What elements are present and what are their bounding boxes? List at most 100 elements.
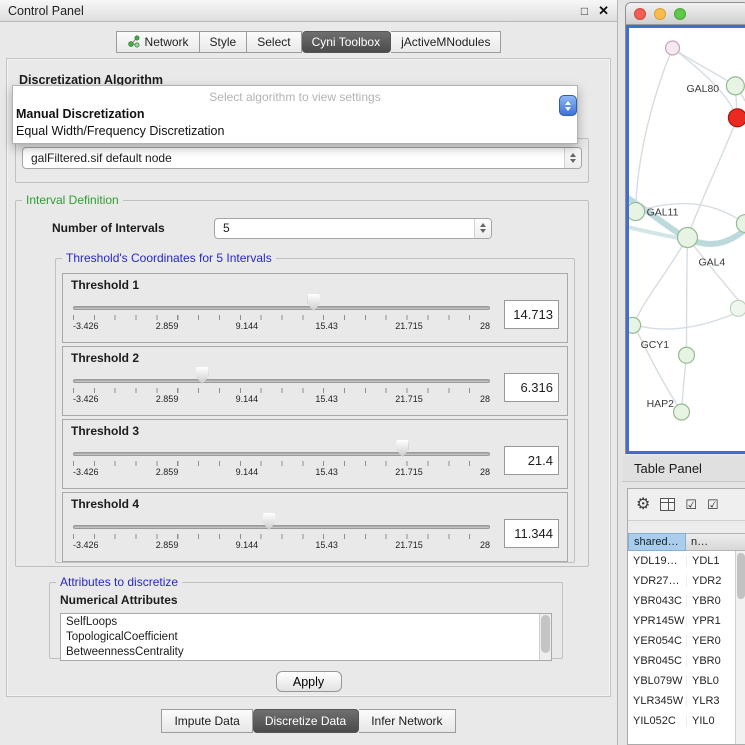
threshold-3-value-field[interactable]: 21.4 bbox=[504, 446, 559, 475]
algorithm-option-manual-discretization[interactable]: Manual Discretization bbox=[13, 106, 577, 123]
interval-definition-legend: Interval Definition bbox=[22, 193, 123, 207]
threshold-2-value-field[interactable]: 6.316 bbox=[504, 373, 559, 402]
node[interactable] bbox=[629, 203, 645, 221]
algorithm-combobox-stepper[interactable] bbox=[559, 95, 577, 116]
cell-name[interactable]: YDR2 bbox=[686, 575, 735, 587]
scale-label: -3.426 bbox=[73, 394, 99, 404]
slider-track[interactable] bbox=[73, 525, 490, 529]
slider-track[interactable] bbox=[73, 379, 490, 383]
tab-cyni-toolbox[interactable]: Cyni Toolbox bbox=[302, 31, 391, 53]
tab-jactivemnodules[interactable]: jActiveMNodules bbox=[391, 31, 501, 53]
close-window-icon[interactable]: ✕ bbox=[598, 4, 609, 17]
settings-gear-icon[interactable]: ⚙ bbox=[636, 497, 650, 513]
node[interactable] bbox=[666, 41, 680, 55]
close-traffic-light-icon[interactable] bbox=[634, 8, 646, 20]
table-scrollbar[interactable] bbox=[735, 551, 745, 744]
number-of-intervals-combobox[interactable]: 5 bbox=[214, 218, 492, 239]
attributes-list-scrollbar[interactable] bbox=[539, 614, 551, 660]
table-data-combobox[interactable]: galFiltered.sif default node bbox=[22, 147, 582, 169]
algorithm-option-placeholder[interactable]: Select algorithm to view settings bbox=[13, 86, 577, 106]
cell-name[interactable]: YLR3 bbox=[686, 695, 735, 707]
column-header-shared-name[interactable]: shared… bbox=[628, 533, 686, 551]
cell-shared-name[interactable]: YBR045C bbox=[628, 655, 686, 667]
cell-shared-name[interactable]: YLR345W bbox=[628, 695, 686, 707]
cell-name[interactable]: YBR0 bbox=[686, 595, 735, 607]
network-window-titlebar[interactable] bbox=[626, 3, 745, 25]
node[interactable] bbox=[730, 300, 745, 316]
node[interactable] bbox=[629, 317, 641, 333]
cell-name[interactable]: YBR0 bbox=[686, 655, 735, 667]
threshold-1-slider[interactable]: -3.4262.8599.14415.4321.71528 bbox=[73, 293, 490, 335]
cell-shared-name[interactable]: YBL079W bbox=[628, 675, 686, 687]
cyni-bottom-tabbar: Impute Data Discretize Data Infer Networ… bbox=[0, 709, 617, 733]
scale-label: 2.859 bbox=[156, 394, 179, 404]
threshold-1-value-field[interactable]: 14.713 bbox=[504, 300, 559, 329]
node[interactable] bbox=[678, 228, 698, 248]
minimize-traffic-light-icon[interactable] bbox=[654, 8, 666, 20]
cell-shared-name[interactable]: YER054C bbox=[628, 635, 686, 647]
cell-name[interactable]: YDL1 bbox=[686, 555, 735, 567]
attribute-item[interactable]: TopologicalCoefficient bbox=[66, 630, 539, 645]
node[interactable] bbox=[726, 77, 744, 95]
stepper-down-icon bbox=[565, 107, 571, 111]
cell-name[interactable]: YIL0 bbox=[686, 715, 735, 727]
scrollbar-thumb[interactable] bbox=[541, 615, 550, 653]
column-chooser-icon[interactable] bbox=[660, 498, 675, 511]
scale-label: 28 bbox=[480, 394, 490, 404]
tab-discretize-data[interactable]: Discretize Data bbox=[253, 709, 359, 733]
threshold-3-slider[interactable]: -3.4262.8599.14415.4321.71528 bbox=[73, 439, 490, 481]
tab-infer-network[interactable]: Infer Network bbox=[359, 709, 455, 733]
tab-impute-data[interactable]: Impute Data bbox=[161, 709, 252, 733]
cell-shared-name[interactable]: YBR043C bbox=[628, 595, 686, 607]
attribute-item[interactable]: BetweennessCentrality bbox=[66, 645, 539, 660]
threshold-4-box: Threshold 4 -3.4262.8599.14415.4321.7152… bbox=[62, 492, 568, 562]
tab-style[interactable]: Style bbox=[200, 31, 248, 53]
table-row[interactable]: YER054C YER0 bbox=[628, 631, 735, 651]
tab-label: Style bbox=[210, 35, 237, 49]
cell-name[interactable]: YER0 bbox=[686, 635, 735, 647]
tab-network[interactable]: Network bbox=[116, 31, 200, 53]
slider-track[interactable] bbox=[73, 452, 490, 456]
node-selected[interactable] bbox=[728, 109, 745, 127]
threshold-4-slider[interactable]: -3.4262.8599.14415.4321.71528 bbox=[73, 512, 490, 554]
cell-shared-name[interactable]: YDR27… bbox=[628, 575, 686, 587]
node[interactable] bbox=[674, 404, 690, 420]
apply-button[interactable]: Apply bbox=[276, 671, 342, 692]
zoom-traffic-light-icon[interactable] bbox=[674, 8, 686, 20]
scrollbar-thumb[interactable] bbox=[737, 553, 745, 599]
node[interactable] bbox=[679, 347, 695, 363]
scale-label: -3.426 bbox=[73, 467, 99, 477]
float-window-icon[interactable]: □ bbox=[581, 5, 588, 17]
cell-shared-name[interactable]: YPR145W bbox=[628, 615, 686, 627]
table-row[interactable]: YDR27… YDR2 bbox=[628, 571, 735, 591]
network-view-canvas[interactable]: GAL80 GAL11 GAL4 GCY1 HAP2 bbox=[626, 25, 745, 454]
node[interactable] bbox=[736, 215, 745, 233]
threshold-2-slider[interactable]: -3.4262.8599.14415.4321.71528 bbox=[73, 366, 490, 408]
cell-name[interactable]: YBL0 bbox=[686, 675, 735, 687]
attribute-item[interactable]: SelfLoops bbox=[66, 615, 539, 630]
attributes-list: SelfLoopsTopologicalCoefficientBetweenne… bbox=[61, 614, 539, 660]
thresholds-legend: Threshold's Coordinates for 5 Intervals bbox=[62, 251, 276, 265]
table-row[interactable]: YDL19… YDL1 bbox=[628, 551, 735, 571]
algorithm-option-equal-width[interactable]: Equal Width/Frequency Discretization bbox=[13, 123, 577, 140]
table-row[interactable]: YPR145W YPR1 bbox=[628, 611, 735, 631]
threshold-4-value-field[interactable]: 11.344 bbox=[504, 519, 559, 548]
select-checkbox-icon[interactable]: ☑ bbox=[707, 498, 719, 511]
control-panel-titlebar: Control Panel □ ✕ bbox=[0, 0, 617, 22]
table-row[interactable]: YLR345W YLR3 bbox=[628, 691, 735, 711]
combobox-stepper-icon bbox=[474, 219, 491, 238]
cell-shared-name[interactable]: YDL19… bbox=[628, 555, 686, 567]
scale-label: 2.859 bbox=[156, 321, 179, 331]
tab-select[interactable]: Select bbox=[247, 31, 301, 53]
table-row[interactable]: YIL052C YIL0 bbox=[628, 711, 735, 731]
cell-shared-name[interactable]: YIL052C bbox=[628, 715, 686, 727]
cell-name[interactable]: YPR1 bbox=[686, 615, 735, 627]
column-header-name[interactable]: n… bbox=[686, 533, 745, 551]
table-row[interactable]: YBR043C YBR0 bbox=[628, 591, 735, 611]
combobox-stepper-icon bbox=[564, 148, 581, 168]
slider-track[interactable] bbox=[73, 306, 490, 310]
table-panel-title: Table Panel bbox=[634, 461, 702, 476]
table-row[interactable]: YBL079W YBL0 bbox=[628, 671, 735, 691]
table-row[interactable]: YBR045C YBR0 bbox=[628, 651, 735, 671]
select-checkbox-icon[interactable]: ☑ bbox=[685, 498, 697, 511]
